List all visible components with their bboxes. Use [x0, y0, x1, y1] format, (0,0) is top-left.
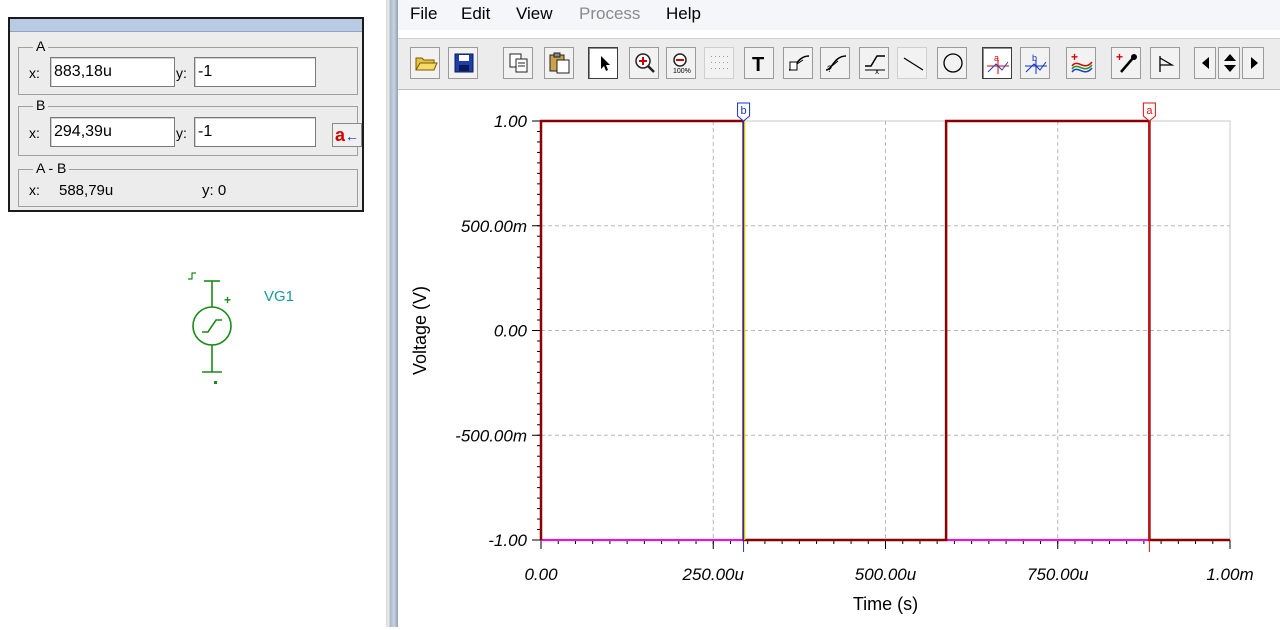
x-axis-label: Time (s) [853, 594, 918, 614]
pointer-icon[interactable] [588, 47, 618, 79]
menu-bar: File Edit View Process Help [398, 0, 1280, 30]
label-x-icon[interactable]: x [859, 47, 889, 79]
cursor-a-x-label: x: [29, 65, 40, 81]
x-tick-label: 500.00u [855, 565, 917, 584]
menu-file[interactable]: File [410, 4, 437, 24]
x-tick-label: 0.00 [524, 565, 558, 584]
y-axis-label: Voltage (V) [410, 286, 430, 375]
a-letter: a [334, 125, 345, 145]
copy-icon[interactable] [503, 47, 533, 79]
label-curve-icon[interactable] [783, 47, 813, 79]
y-tick-label: 1.00 [494, 112, 528, 131]
svg-text:+: + [1071, 52, 1078, 64]
svg-text:x: x [875, 67, 879, 74]
plot-area[interactable]: b a 0.00 250.00u 500.00u 750.00u 1.00m 1.00 500… [398, 90, 1280, 627]
open-icon[interactable] [410, 47, 440, 79]
text-icon[interactable]: T [744, 47, 774, 79]
cursor-a-label: a [1146, 105, 1153, 117]
zoom-in-icon[interactable] [629, 47, 659, 79]
svg-text:T: T [752, 54, 764, 74]
window-border [386, 0, 398, 627]
arrow-left-icon: ← [345, 128, 359, 144]
move-b-to-a-button[interactable]: a← [332, 123, 362, 147]
label-point-icon[interactable]: ? [820, 47, 850, 79]
menu-view[interactable]: View [516, 4, 553, 24]
y-tick-label: -1.00 [488, 531, 527, 550]
scroll-left-icon[interactable] [1194, 47, 1216, 79]
cursor-b-x-label: x: [29, 125, 40, 141]
cursor-b-y-label: y: [176, 125, 187, 141]
y-tick-label: 500.00m [461, 217, 527, 236]
y-tick-label: 0.00 [494, 322, 528, 341]
svg-text:100%: 100% [673, 68, 691, 74]
cursor-b-x-field[interactable]: 294,39u [50, 117, 175, 147]
line-icon[interactable] [897, 47, 927, 79]
cursor-diff-title: A - B [33, 160, 70, 176]
scroll-updown-icon[interactable] [1218, 47, 1240, 79]
y-tick-label: -500.00m [455, 426, 527, 445]
cursor-diff-x-label: x: [29, 182, 40, 198]
add-curve-icon[interactable]: + [1066, 47, 1096, 79]
cursor-b-group: B x: 294,39u y: -1 a← [18, 97, 362, 156]
cursor-b-icon[interactable]: b [1020, 47, 1050, 79]
x-tick-label: 750.00u [1027, 565, 1089, 584]
cursor-a-group: A x: 883,18u y: -1 [18, 38, 358, 95]
zoom-out-icon[interactable]: 100% [666, 47, 696, 79]
grid-icon[interactable] [704, 47, 734, 79]
menu-process[interactable]: Process [579, 4, 640, 24]
generator-label[interactable]: VG1 [264, 288, 294, 305]
cursor-a-x-field[interactable]: 883,18u [50, 57, 175, 87]
cursor-diff-group: A - B x: 588,79u y: 0 [18, 160, 358, 207]
save-icon[interactable] [448, 47, 478, 79]
panel-titlebar[interactable] [10, 19, 362, 32]
cursor-a-title: A [33, 38, 49, 54]
paste-icon[interactable] [544, 47, 574, 79]
ground-dot [214, 381, 217, 384]
cursor-diff-x-value: 588,79u [59, 182, 114, 199]
cursor-b-label: b [741, 105, 747, 117]
cursor-b-title: B [33, 97, 49, 113]
cursor-a-y-label: y: [176, 65, 187, 81]
x-tick-label: 1.00m [1206, 565, 1253, 584]
cursor-diff-y-value: y: 0 [202, 182, 227, 199]
x-tick-label: 250.00u [682, 565, 745, 584]
plus-sign: + [224, 293, 231, 307]
color-picker-icon[interactable]: + [1111, 47, 1141, 79]
cursor-a-icon[interactable]: a [982, 47, 1012, 79]
svg-text:?: ? [827, 64, 832, 74]
marker-icon[interactable] [1150, 47, 1180, 79]
cursor-b-y-field[interactable]: -1 [194, 117, 316, 147]
voltage-generator-symbol[interactable]: + VG1 [180, 265, 320, 390]
toolbar: 100% T ? x a b + + [398, 38, 1280, 90]
svg-text:+: + [1116, 52, 1123, 64]
circle-icon[interactable] [937, 47, 967, 79]
scroll-right-icon[interactable] [1242, 47, 1264, 79]
menu-help[interactable]: Help [666, 4, 701, 24]
waveform-chart[interactable]: b a 0.00 250.00u 500.00u 750.00u 1.00m 1.00 500… [398, 90, 1280, 627]
cursor-readout-panel: A x: 883,18u y: -1 B x: 294,39u y: -1 a←… [8, 17, 364, 212]
menu-edit[interactable]: Edit [461, 4, 490, 24]
cursor-a-y-field[interactable]: -1 [194, 57, 316, 87]
